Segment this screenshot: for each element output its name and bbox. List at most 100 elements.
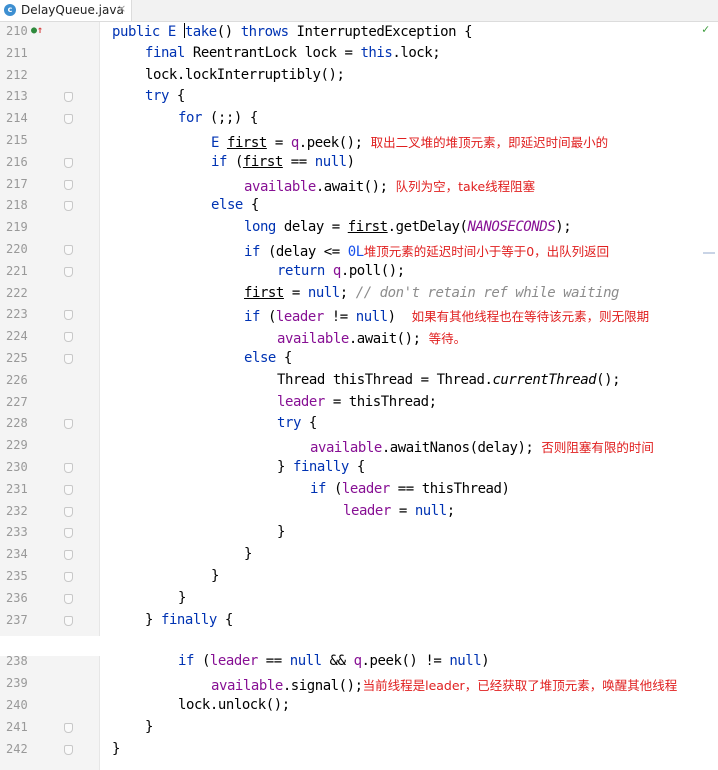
code-token: // don't retain ref while waiting	[355, 284, 620, 301]
code-line[interactable]: 242}	[0, 740, 718, 762]
code-line[interactable]: 238 if (leader == null && q.peek() != nul…	[0, 652, 718, 674]
code-text: }	[244, 546, 252, 562]
fold-marker-icon[interactable]	[64, 550, 73, 561]
code-line[interactable]: 215 E first = q.peek(); 取出二叉堆的堆顶元素，即延迟时间最…	[0, 131, 718, 153]
line-number: 238	[6, 654, 28, 669]
code-token: q	[332, 262, 341, 279]
code-token: !=	[323, 309, 356, 326]
code-line[interactable]: 224 available.await(); 等待。	[0, 327, 718, 349]
code-token: if	[310, 480, 334, 497]
line-number: 228	[6, 416, 28, 431]
code-line[interactable]: 218 else {	[0, 196, 718, 218]
close-icon[interactable]: ×	[117, 2, 126, 15]
fold-marker-icon[interactable]	[64, 615, 73, 626]
line-number: 223	[6, 307, 28, 322]
code-text: available.await(); 等待。	[277, 328, 466, 347]
code-editor[interactable]: ✓ 210 ●↑ public E take() throws Interrupte…	[0, 22, 718, 770]
line-number: 237	[6, 612, 28, 627]
fold-marker-icon[interactable]	[64, 572, 73, 582]
fold-marker-icon[interactable]	[64, 266, 73, 277]
line-number: 241	[6, 719, 28, 734]
code-token: try	[277, 415, 309, 432]
code-line[interactable]: 226 Thread thisThread = Thread.currentThr…	[0, 371, 718, 393]
code-line[interactable]: 230} finally {	[0, 458, 718, 480]
code-token: leader	[277, 393, 325, 410]
code-line[interactable]: 231 if (leader == thisThread)	[0, 480, 718, 502]
fold-marker-icon[interactable]	[64, 528, 73, 539]
code-token: }	[112, 740, 120, 757]
tab-delayqueue-java[interactable]: c DelayQueue.java ×	[0, 0, 132, 21]
code-token: available	[211, 678, 283, 695]
code-line[interactable]: 212 lock.lockInterruptibly();	[0, 66, 718, 88]
code-line[interactable]: 228 try {	[0, 414, 718, 436]
fold-marker-icon[interactable]	[64, 744, 73, 755]
code-line[interactable]: 220 if (delay <= 0L堆顶元素的延迟时间小于等于0，出队列返回	[0, 240, 718, 262]
code-token: return	[277, 262, 333, 279]
code-line[interactable]: 234}	[0, 545, 718, 567]
fold-marker-icon[interactable]	[64, 332, 73, 343]
code-token: .await();	[348, 331, 429, 348]
fold-marker-icon[interactable]	[64, 245, 73, 255]
fold-marker-icon[interactable]	[64, 201, 73, 212]
line-number: 231	[6, 481, 28, 496]
code-line[interactable]: 216 if (first == null)	[0, 153, 718, 175]
code-line[interactable]: 236}	[0, 589, 718, 611]
code-token: if	[244, 309, 268, 326]
code-line[interactable]: 232 leader = null;	[0, 502, 718, 524]
code-token: throws	[240, 24, 297, 40]
code-token: =	[266, 135, 291, 151]
line-number: 216	[6, 154, 28, 169]
code-token: first	[242, 153, 283, 170]
code-line[interactable]: 217 available.await(); 队列为空，take线程阻塞	[0, 175, 718, 197]
fold-marker-icon[interactable]	[64, 484, 73, 495]
code-line[interactable]: 239 available.signal();当前线程是leader，已经获取了堆…	[0, 674, 718, 696]
code-line[interactable]: 233}	[0, 523, 718, 545]
fold-marker-icon[interactable]	[64, 157, 73, 168]
override-marker-icon[interactable]: ●↑	[31, 25, 43, 36]
code-text: first = null; // don't retain ref while …	[244, 285, 619, 301]
annotation-text: 如果有其他线程也在等待该元素，则无限期	[411, 309, 650, 325]
code-line[interactable]: 241}	[0, 718, 718, 740]
code-token: )	[346, 153, 355, 170]
fold-marker-icon[interactable]	[64, 354, 73, 364]
code-token: else	[211, 197, 251, 214]
code-line[interactable]: 227 leader = thisThread;	[0, 393, 718, 415]
code-line[interactable]: 210 ●↑ public E take() throws InterruptedE…	[0, 22, 718, 44]
fold-marker-icon[interactable]	[64, 114, 73, 125]
code-line[interactable]: 221 return q.poll();	[0, 262, 718, 284]
code-token: take	[184, 24, 217, 40]
code-line[interactable]: 225 else {	[0, 349, 718, 371]
code-token: first	[226, 135, 267, 151]
code-line[interactable]: 211 final ReentrantLock lock = this.lock;	[0, 44, 718, 66]
fold-marker-icon[interactable]	[64, 419, 73, 430]
fold-marker-icon[interactable]	[64, 310, 73, 321]
code-token: finally	[160, 611, 225, 628]
code-token: )	[481, 653, 490, 670]
line-number: 220	[6, 242, 28, 256]
code-line[interactable]: 223 if (leader != null) 如果有其他线程也在等待该元素，则无…	[0, 305, 718, 327]
code-line[interactable]: 214 for (;;) {	[0, 109, 718, 131]
fold-marker-icon[interactable]	[64, 92, 73, 103]
code-line[interactable]: 222 first = null; // don't retain ref whi…	[0, 284, 718, 306]
fold-marker-icon[interactable]	[64, 722, 73, 733]
code-token: .signal();	[282, 678, 363, 695]
code-token: &&	[329, 653, 354, 670]
code-line[interactable]: 240 lock.unlock();	[0, 696, 718, 718]
line-number: 236	[6, 590, 28, 605]
code-text: }	[112, 741, 120, 757]
code-line[interactable]: 219 long delay = first.getDelay(NANOSECON…	[0, 218, 718, 240]
line-number: 227	[6, 394, 28, 409]
code-token: long	[244, 219, 284, 236]
code-line[interactable]: 235}	[0, 567, 718, 589]
code-line[interactable]: 237} finally {	[0, 611, 718, 633]
fold-marker-icon[interactable]	[64, 593, 73, 604]
code-line[interactable]: 213 try {	[0, 87, 718, 109]
code-token: {	[250, 197, 259, 214]
code-token: ==	[257, 653, 290, 670]
fold-marker-icon[interactable]	[64, 506, 73, 517]
fold-marker-icon[interactable]	[64, 463, 73, 473]
code-line[interactable]: 229 available.awaitNanos(delay); 否则阻塞有限的时…	[0, 436, 718, 458]
fold-marker-icon[interactable]	[64, 179, 73, 190]
code-text: }	[211, 568, 219, 584]
code-token: public	[112, 24, 168, 40]
